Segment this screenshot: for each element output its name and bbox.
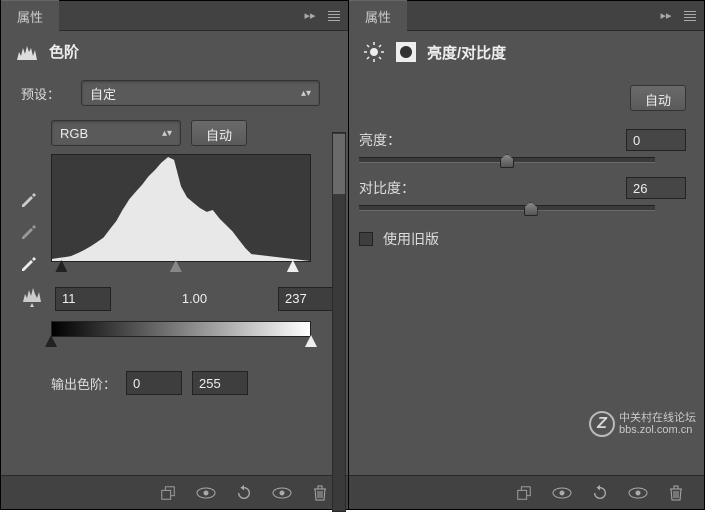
input-gamma-field[interactable]: [160, 287, 230, 311]
input-gamma-thumb[interactable]: [170, 260, 182, 272]
visibility-icon[interactable]: [272, 483, 292, 503]
preset-label: 预设：: [21, 84, 71, 103]
levels-icon: [15, 42, 39, 62]
reset-icon[interactable]: [234, 483, 254, 503]
view-previous-icon[interactable]: [552, 483, 572, 503]
trash-icon[interactable]: [310, 483, 330, 503]
input-black-field[interactable]: [55, 287, 111, 311]
panel-footer: [349, 475, 704, 509]
panel-menu-icon[interactable]: [324, 6, 344, 26]
preset-value: 自定: [90, 84, 116, 103]
output-white-field[interactable]: [192, 371, 248, 395]
legacy-checkbox[interactable]: [359, 232, 373, 246]
trash-icon[interactable]: [666, 483, 686, 503]
watermark: Z 中关村在线论坛 bbs.zol.com.cn: [589, 411, 696, 437]
channel-select[interactable]: RGB ▴▾: [51, 120, 181, 146]
visibility-icon[interactable]: [628, 483, 648, 503]
input-white-field[interactable]: [278, 287, 334, 311]
output-white-thumb[interactable]: [305, 335, 317, 347]
auto-button[interactable]: 自动: [630, 85, 686, 111]
brightness-thumb[interactable]: [500, 154, 514, 168]
clip-to-layer-icon[interactable]: [514, 483, 534, 503]
tab-properties[interactable]: 属性: [349, 0, 407, 32]
input-black-thumb[interactable]: [55, 260, 67, 272]
output-slider-track[interactable]: [51, 337, 311, 347]
channel-value: RGB: [60, 126, 88, 141]
panel-footer: [1, 475, 348, 509]
contrast-label: 对比度：: [359, 178, 415, 198]
tab-properties[interactable]: 属性: [1, 0, 59, 32]
tab-bar: 属性 ▸▸: [349, 1, 704, 31]
panel-menu-icon[interactable]: [680, 6, 700, 26]
eyedropper-black-icon[interactable]: [19, 188, 39, 208]
legacy-label: 使用旧版: [383, 229, 439, 249]
scrollbar[interactable]: [332, 132, 346, 512]
output-gradient: [51, 321, 311, 337]
tab-bar: 属性 ▸▸: [1, 1, 348, 31]
watermark-line1: 中关村在线论坛: [619, 412, 696, 424]
contrast-thumb[interactable]: [524, 202, 538, 216]
input-white-thumb[interactable]: [287, 260, 299, 272]
title-text: 亮度/对比度: [427, 42, 506, 63]
adjustment-title: 亮度/对比度: [349, 31, 704, 73]
zol-logo-icon: Z: [589, 411, 615, 437]
eyedropper-white-icon[interactable]: [19, 252, 39, 272]
auto-button[interactable]: 自动: [191, 120, 247, 146]
histogram: [51, 154, 311, 262]
collapse-icon[interactable]: ▸▸: [300, 6, 320, 26]
input-slider-track[interactable]: [51, 262, 311, 272]
contrast-field[interactable]: [626, 177, 686, 199]
output-label: 输出色阶：: [51, 374, 116, 393]
output-black-field[interactable]: [126, 371, 182, 395]
scroll-thumb[interactable]: [333, 134, 345, 194]
clip-to-layer-icon[interactable]: [158, 483, 178, 503]
contrast-slider[interactable]: [359, 205, 655, 211]
brightness-slider[interactable]: [359, 157, 655, 163]
view-previous-icon[interactable]: [196, 483, 216, 503]
chevron-updown-icon: ▴▾: [162, 128, 172, 139]
collapse-icon[interactable]: ▸▸: [656, 6, 676, 26]
reset-icon[interactable]: [590, 483, 610, 503]
output-black-thumb[interactable]: [45, 335, 57, 347]
adjustment-title: 色阶: [1, 31, 348, 72]
brightness-icon: [363, 41, 385, 63]
watermark-line2: bbs.zol.com.cn: [619, 424, 696, 436]
mask-icon: [395, 41, 417, 63]
chevron-updown-icon: ▴▾: [301, 88, 311, 99]
preset-select[interactable]: 自定 ▴▾: [81, 80, 320, 106]
title-text: 色阶: [49, 41, 79, 62]
brightness-label: 亮度：: [359, 130, 401, 150]
eyedropper-gray-icon[interactable]: [19, 220, 39, 240]
brightness-field[interactable]: [626, 129, 686, 151]
levels-warning-icon: [21, 286, 45, 311]
